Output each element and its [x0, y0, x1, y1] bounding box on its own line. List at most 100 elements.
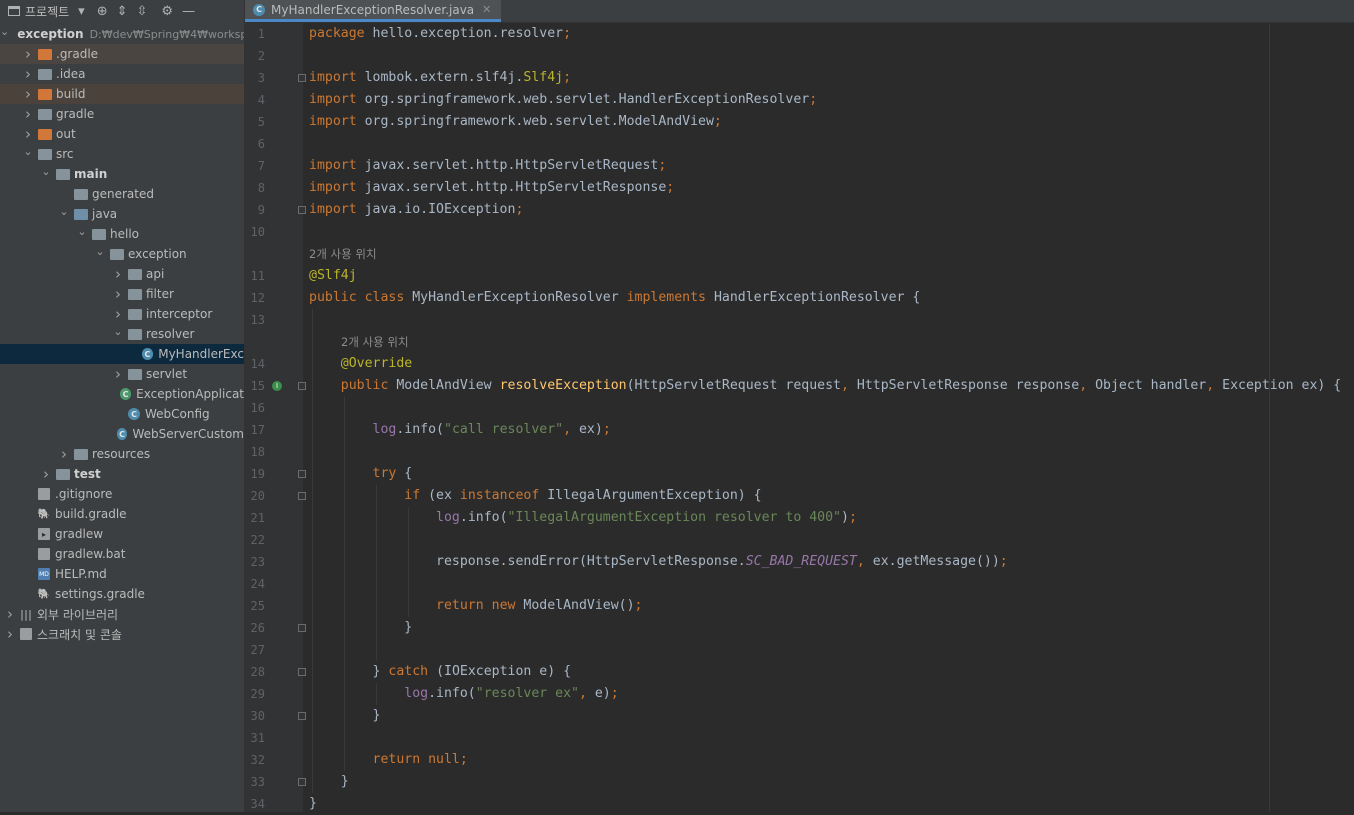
tree-item[interactable]: ⌄ exception D:₩dev₩Spring₩4₩worksp: [0, 24, 244, 44]
fold-marker-icon[interactable]: [298, 206, 306, 214]
tree-item[interactable]: ⌄ src: [0, 144, 244, 164]
project-view-label[interactable]: 프로젝트: [25, 3, 69, 20]
tree-item[interactable]: › ||| 외부 라이브러리: [0, 604, 244, 624]
chevron-down-icon[interactable]: ⌄: [22, 145, 34, 158]
usages-hint[interactable]: 2개 사용 위치: [309, 243, 377, 265]
close-icon[interactable]: ✕: [482, 3, 491, 16]
expand-all-icon[interactable]: ⇕: [117, 4, 128, 19]
chevron-down-icon[interactable]: ⌄: [94, 245, 106, 258]
tree-item[interactable]: › servlet: [0, 364, 244, 384]
chevron-down-icon[interactable]: ⌄: [40, 165, 52, 178]
gradle-file-icon: 🐘: [37, 588, 51, 600]
code-token: import: [309, 70, 365, 85]
code-token: ;: [809, 92, 818, 107]
fold-marker-icon[interactable]: [298, 382, 306, 390]
tree-item[interactable]: ⌄ java: [0, 204, 244, 224]
tree-item[interactable]: › filter: [0, 284, 244, 304]
chevron-right-icon[interactable]: ›: [22, 105, 34, 123]
chevron-right-icon[interactable]: ›: [22, 85, 34, 103]
tree-item[interactable]: › .idea: [0, 64, 244, 84]
chevron-right-icon[interactable]: ›: [112, 285, 124, 303]
line-number: 31: [250, 731, 265, 745]
fold-marker-icon[interactable]: [298, 492, 306, 500]
chevron-right-icon[interactable]: ›: [112, 305, 124, 323]
tab-myhandlerexceptionresolver[interactable]: C MyHandlerExceptionResolver.java ✕: [245, 0, 502, 22]
tree-item[interactable]: › gradle: [0, 104, 244, 124]
tree-item[interactable]: C ExceptionApplicat: [0, 384, 244, 404]
tree-item-label: resources: [92, 447, 151, 461]
tree-item-label: main: [74, 167, 108, 181]
code-line: import org.springframework.web.servlet.M…: [309, 111, 722, 133]
tree-item[interactable]: generated: [0, 184, 244, 204]
code-token: public class: [309, 290, 413, 305]
fold-marker-icon[interactable]: [298, 668, 306, 676]
locate-icon[interactable]: ⊕: [97, 4, 108, 19]
chevron-down-icon[interactable]: ⌄: [58, 205, 70, 218]
code-token: java.io.IOException: [364, 202, 516, 217]
tree-item[interactable]: 🐘 build.gradle: [0, 504, 244, 524]
code-token: "IllegalArgumentException resolver to 40…: [507, 510, 841, 525]
tree-item[interactable]: ⌄ exception: [0, 244, 244, 264]
chevron-right-icon[interactable]: ›: [112, 365, 124, 383]
folder-icon: [56, 168, 70, 180]
project-view-icon: [8, 6, 20, 16]
code-token: if: [404, 488, 429, 503]
tree-item[interactable]: gradlew.bat: [0, 544, 244, 564]
fold-marker-icon[interactable]: [298, 778, 306, 786]
chevron-right-icon[interactable]: ›: [22, 65, 34, 83]
line-number: 28: [250, 665, 265, 679]
hide-icon[interactable]: —: [182, 4, 195, 19]
chevron-right-icon[interactable]: ›: [112, 265, 124, 283]
chevron-right-icon[interactable]: ›: [58, 445, 70, 463]
tree-item[interactable]: C MyHandlerExc: [0, 344, 244, 364]
tree-item[interactable]: MD HELP.md: [0, 564, 244, 584]
implements-method-icon[interactable]: I: [272, 381, 282, 391]
tree-item[interactable]: C WebServerCustom: [0, 424, 244, 444]
chevron-right-icon[interactable]: ›: [40, 465, 52, 483]
chevron-down-icon[interactable]: ⌄: [76, 225, 88, 238]
chevron-right-icon[interactable]: ›: [22, 125, 34, 143]
tree-item[interactable]: › .gradle: [0, 44, 244, 64]
fold-marker-icon[interactable]: [298, 470, 306, 478]
gear-icon[interactable]: ⚙: [161, 4, 173, 19]
collapse-all-icon[interactable]: ⇳: [137, 4, 148, 19]
chevron-right-icon[interactable]: ›: [4, 625, 16, 643]
chevron-down-icon[interactable]: ⌄: [112, 325, 124, 338]
chevron-down-icon[interactable]: ⌄: [0, 25, 9, 38]
folder-icon: [74, 448, 88, 460]
tree-item-label: out: [56, 127, 76, 141]
code-token: ;: [515, 202, 524, 217]
fold-marker-icon[interactable]: [298, 74, 306, 82]
code-token: ,: [563, 422, 579, 437]
tree-item[interactable]: › resources: [0, 444, 244, 464]
code-token: try: [372, 466, 405, 481]
code-token: "call resolver": [444, 422, 564, 437]
chevron-down-icon[interactable]: ▾: [78, 4, 85, 19]
tree-item[interactable]: › out: [0, 124, 244, 144]
package-icon: [128, 268, 142, 280]
tree-item[interactable]: ⌄ main: [0, 164, 244, 184]
chevron-right-icon[interactable]: ›: [4, 605, 16, 623]
tree-item[interactable]: ⌄ hello: [0, 224, 244, 244]
tree-item[interactable]: › 스크래치 및 콘솔: [0, 624, 244, 644]
tree-item[interactable]: › api: [0, 264, 244, 284]
usages-hint[interactable]: 2개 사용 위치: [341, 331, 409, 353]
tree-item[interactable]: .gitignore: [0, 484, 244, 504]
tree-item-label: generated: [92, 187, 154, 201]
tree-item[interactable]: 🐘 settings.gradle: [0, 584, 244, 604]
tree-item[interactable]: › test: [0, 464, 244, 484]
tree-item[interactable]: C WebConfig: [0, 404, 244, 424]
project-path: D:₩dev₩Spring₩4₩worksp: [89, 27, 245, 41]
tree-item[interactable]: › interceptor: [0, 304, 244, 324]
tree-item[interactable]: › build: [0, 84, 244, 104]
chevron-right-icon[interactable]: ›: [22, 45, 34, 63]
tree-item[interactable]: ▸ gradlew: [0, 524, 244, 544]
fold-marker-icon[interactable]: [298, 624, 306, 632]
code-token: }: [340, 774, 349, 789]
fold-marker-icon[interactable]: [298, 712, 306, 720]
code-token: import: [309, 158, 365, 173]
tree-item[interactable]: ⌄ resolver: [0, 324, 244, 344]
